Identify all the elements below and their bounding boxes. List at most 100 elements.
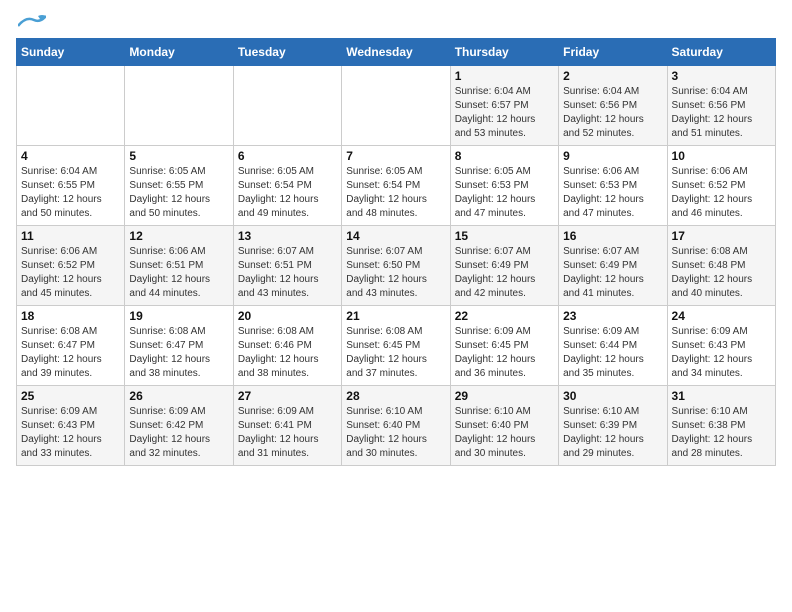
day-info: Sunrise: 6:06 AM Sunset: 6:52 PM Dayligh… xyxy=(672,165,771,221)
day-info: Sunrise: 6:04 AM Sunset: 6:56 PM Dayligh… xyxy=(563,85,662,141)
day-number: 19 xyxy=(129,309,228,323)
day-number: 8 xyxy=(455,149,554,163)
calendar-cell: 7 Sunrise: 6:05 AM Sunset: 6:54 PM Daylig… xyxy=(342,146,450,226)
calendar-cell: 21 Sunrise: 6:08 AM Sunset: 6:45 PM Dayli… xyxy=(342,306,450,386)
weekday-header-friday: Friday xyxy=(559,39,667,66)
day-info: Sunrise: 6:07 AM Sunset: 6:49 PM Dayligh… xyxy=(455,245,554,301)
day-info: Sunrise: 6:04 AM Sunset: 6:55 PM Dayligh… xyxy=(21,165,120,221)
calendar-cell: 29 Sunrise: 6:10 AM Sunset: 6:40 PM Dayli… xyxy=(450,386,558,466)
day-info: Sunrise: 6:10 AM Sunset: 6:38 PM Dayligh… xyxy=(672,405,771,461)
calendar-cell: 30 Sunrise: 6:10 AM Sunset: 6:39 PM Dayli… xyxy=(559,386,667,466)
calendar-cell xyxy=(17,66,125,146)
day-info: Sunrise: 6:09 AM Sunset: 6:43 PM Dayligh… xyxy=(21,405,120,461)
day-number: 9 xyxy=(563,149,662,163)
calendar-cell: 23 Sunrise: 6:09 AM Sunset: 6:44 PM Dayli… xyxy=(559,306,667,386)
day-info: Sunrise: 6:08 AM Sunset: 6:47 PM Dayligh… xyxy=(21,325,120,381)
day-number: 3 xyxy=(672,69,771,83)
day-number: 11 xyxy=(21,229,120,243)
day-number: 6 xyxy=(238,149,337,163)
day-info: Sunrise: 6:05 AM Sunset: 6:54 PM Dayligh… xyxy=(346,165,445,221)
day-info: Sunrise: 6:10 AM Sunset: 6:40 PM Dayligh… xyxy=(455,405,554,461)
day-number: 4 xyxy=(21,149,120,163)
logo xyxy=(16,16,46,28)
day-number: 2 xyxy=(563,69,662,83)
calendar-cell xyxy=(342,66,450,146)
day-info: Sunrise: 6:09 AM Sunset: 6:45 PM Dayligh… xyxy=(455,325,554,381)
day-number: 23 xyxy=(563,309,662,323)
day-info: Sunrise: 6:08 AM Sunset: 6:47 PM Dayligh… xyxy=(129,325,228,381)
calendar-cell: 15 Sunrise: 6:07 AM Sunset: 6:49 PM Dayli… xyxy=(450,226,558,306)
calendar-cell xyxy=(233,66,341,146)
calendar-cell: 6 Sunrise: 6:05 AM Sunset: 6:54 PM Daylig… xyxy=(233,146,341,226)
day-info: Sunrise: 6:09 AM Sunset: 6:44 PM Dayligh… xyxy=(563,325,662,381)
calendar-cell: 28 Sunrise: 6:10 AM Sunset: 6:40 PM Dayli… xyxy=(342,386,450,466)
day-info: Sunrise: 6:09 AM Sunset: 6:43 PM Dayligh… xyxy=(672,325,771,381)
calendar-cell: 3Sunrise: 6:04 AM Sunset: 6:56 PM Daylig… xyxy=(667,66,775,146)
calendar-cell: 9 Sunrise: 6:06 AM Sunset: 6:53 PM Daylig… xyxy=(559,146,667,226)
day-number: 20 xyxy=(238,309,337,323)
day-number: 16 xyxy=(563,229,662,243)
calendar-cell: 27 Sunrise: 6:09 AM Sunset: 6:41 PM Dayli… xyxy=(233,386,341,466)
day-number: 29 xyxy=(455,389,554,403)
page-header xyxy=(16,16,776,28)
calendar-cell: 17 Sunrise: 6:08 AM Sunset: 6:48 PM Dayli… xyxy=(667,226,775,306)
calendar-table: SundayMondayTuesdayWednesdayThursdayFrid… xyxy=(16,38,776,466)
logo-bird-icon xyxy=(18,14,46,30)
day-number: 17 xyxy=(672,229,771,243)
day-number: 13 xyxy=(238,229,337,243)
day-number: 28 xyxy=(346,389,445,403)
day-number: 10 xyxy=(672,149,771,163)
day-info: Sunrise: 6:05 AM Sunset: 6:55 PM Dayligh… xyxy=(129,165,228,221)
calendar-cell: 22 Sunrise: 6:09 AM Sunset: 6:45 PM Dayli… xyxy=(450,306,558,386)
day-info: Sunrise: 6:04 AM Sunset: 6:57 PM Dayligh… xyxy=(455,85,554,141)
calendar-cell: 14 Sunrise: 6:07 AM Sunset: 6:50 PM Dayli… xyxy=(342,226,450,306)
calendar-cell xyxy=(125,66,233,146)
day-info: Sunrise: 6:07 AM Sunset: 6:49 PM Dayligh… xyxy=(563,245,662,301)
calendar-cell: 5Sunrise: 6:05 AM Sunset: 6:55 PM Daylig… xyxy=(125,146,233,226)
day-info: Sunrise: 6:08 AM Sunset: 6:46 PM Dayligh… xyxy=(238,325,337,381)
day-info: Sunrise: 6:10 AM Sunset: 6:39 PM Dayligh… xyxy=(563,405,662,461)
day-number: 18 xyxy=(21,309,120,323)
day-info: Sunrise: 6:10 AM Sunset: 6:40 PM Dayligh… xyxy=(346,405,445,461)
calendar-cell: 24Sunrise: 6:09 AM Sunset: 6:43 PM Dayli… xyxy=(667,306,775,386)
weekday-header-thursday: Thursday xyxy=(450,39,558,66)
day-number: 12 xyxy=(129,229,228,243)
day-number: 21 xyxy=(346,309,445,323)
weekday-header-sunday: Sunday xyxy=(17,39,125,66)
day-number: 26 xyxy=(129,389,228,403)
weekday-header-tuesday: Tuesday xyxy=(233,39,341,66)
day-number: 31 xyxy=(672,389,771,403)
calendar-cell: 1 Sunrise: 6:04 AM Sunset: 6:57 PM Daylig… xyxy=(450,66,558,146)
day-info: Sunrise: 6:09 AM Sunset: 6:41 PM Dayligh… xyxy=(238,405,337,461)
day-number: 30 xyxy=(563,389,662,403)
day-number: 15 xyxy=(455,229,554,243)
weekday-header-monday: Monday xyxy=(125,39,233,66)
day-number: 14 xyxy=(346,229,445,243)
day-info: Sunrise: 6:09 AM Sunset: 6:42 PM Dayligh… xyxy=(129,405,228,461)
calendar-cell: 26 Sunrise: 6:09 AM Sunset: 6:42 PM Dayli… xyxy=(125,386,233,466)
calendar-cell: 4 Sunrise: 6:04 AM Sunset: 6:55 PM Daylig… xyxy=(17,146,125,226)
day-number: 7 xyxy=(346,149,445,163)
calendar-cell: 18 Sunrise: 6:08 AM Sunset: 6:47 PM Dayli… xyxy=(17,306,125,386)
calendar-cell: 11Sunrise: 6:06 AM Sunset: 6:52 PM Dayli… xyxy=(17,226,125,306)
weekday-header-saturday: Saturday xyxy=(667,39,775,66)
day-info: Sunrise: 6:07 AM Sunset: 6:50 PM Dayligh… xyxy=(346,245,445,301)
weekday-header-wednesday: Wednesday xyxy=(342,39,450,66)
calendar-cell: 12 Sunrise: 6:06 AM Sunset: 6:51 PM Dayli… xyxy=(125,226,233,306)
day-info: Sunrise: 6:06 AM Sunset: 6:53 PM Dayligh… xyxy=(563,165,662,221)
day-number: 1 xyxy=(455,69,554,83)
day-number: 27 xyxy=(238,389,337,403)
day-number: 25 xyxy=(21,389,120,403)
calendar-cell: 20 Sunrise: 6:08 AM Sunset: 6:46 PM Dayli… xyxy=(233,306,341,386)
day-info: Sunrise: 6:05 AM Sunset: 6:54 PM Dayligh… xyxy=(238,165,337,221)
calendar-cell: 31 Sunrise: 6:10 AM Sunset: 6:38 PM Dayli… xyxy=(667,386,775,466)
day-number: 22 xyxy=(455,309,554,323)
calendar-cell: 10 Sunrise: 6:06 AM Sunset: 6:52 PM Dayli… xyxy=(667,146,775,226)
day-info: Sunrise: 6:05 AM Sunset: 6:53 PM Dayligh… xyxy=(455,165,554,221)
calendar-cell: 16 Sunrise: 6:07 AM Sunset: 6:49 PM Dayli… xyxy=(559,226,667,306)
day-info: Sunrise: 6:08 AM Sunset: 6:45 PM Dayligh… xyxy=(346,325,445,381)
calendar-cell: 2 Sunrise: 6:04 AM Sunset: 6:56 PM Daylig… xyxy=(559,66,667,146)
day-info: Sunrise: 6:06 AM Sunset: 6:51 PM Dayligh… xyxy=(129,245,228,301)
calendar-cell: 19 Sunrise: 6:08 AM Sunset: 6:47 PM Dayli… xyxy=(125,306,233,386)
day-info: Sunrise: 6:08 AM Sunset: 6:48 PM Dayligh… xyxy=(672,245,771,301)
